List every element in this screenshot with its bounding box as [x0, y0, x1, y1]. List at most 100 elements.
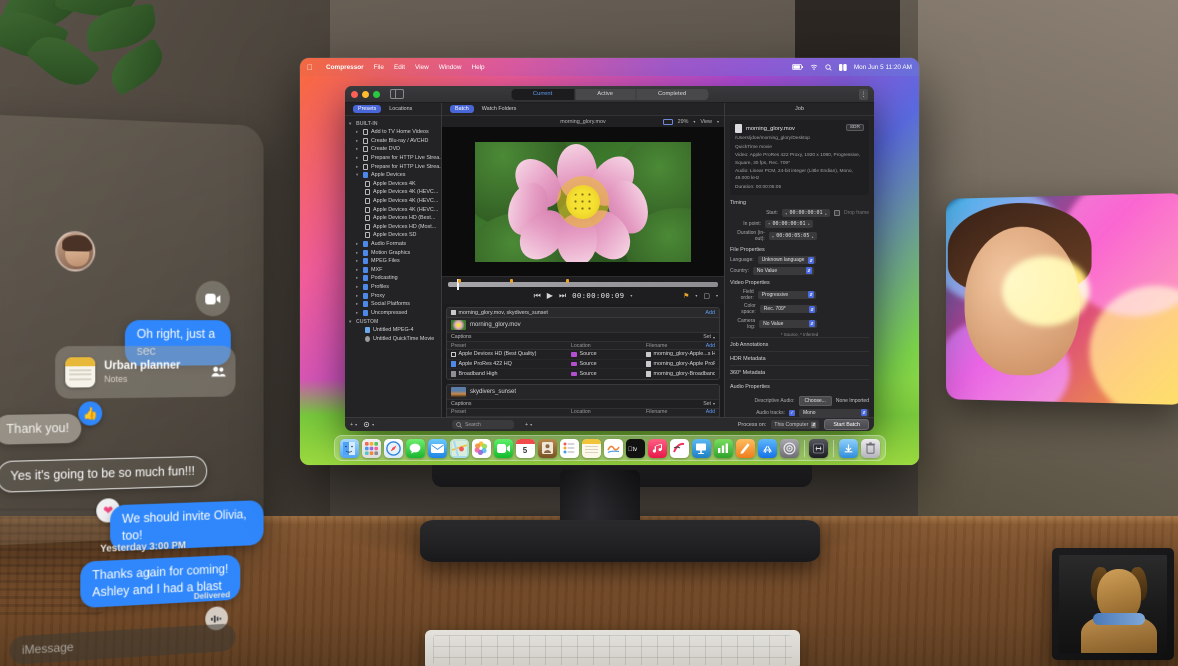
- apple-logo-icon[interactable]: : [307, 63, 313, 72]
- captions-row[interactable]: Captions Set ▾: [447, 332, 719, 341]
- group-custom[interactable]: ▾ CUSTOM: [345, 317, 441, 326]
- search-input[interactable]: Search: [452, 420, 514, 429]
- job-inspector[interactable]: Job SDR morning_glory.mov /Users/jdoe/mo…: [724, 103, 874, 417]
- presets-tree[interactable]: ▾ BUILT-IN ▸ Add to TV Home Videos ▸ Create…: [345, 116, 441, 417]
- section-360-metadata[interactable]: 360° Metadata: [730, 365, 869, 379]
- camera-log-popup[interactable]: No Value ⇵: [759, 320, 817, 328]
- preset-apple-devices-4k-hevc-3[interactable]: Apple Devices 4K (HEVC...: [345, 205, 441, 214]
- sidebar-tabs[interactable]: Presets Locations: [345, 103, 441, 116]
- add-output-link[interactable]: Add: [706, 343, 715, 349]
- zoom-button[interactable]: [373, 91, 380, 98]
- display-icon[interactable]: ▢: [703, 292, 710, 300]
- preset-untitled-quicktime-movie[interactable]: Untitled QuickTime Movie: [345, 335, 441, 344]
- marker-icon[interactable]: ⚑: [683, 292, 689, 300]
- tab-completed[interactable]: Completed: [636, 89, 708, 100]
- notes-icon[interactable]: [582, 439, 601, 458]
- toggle-sidebar-button[interactable]: [390, 89, 404, 99]
- audio-track-popup[interactable]: Mono ⇵: [799, 409, 869, 417]
- preview-pane[interactable]: morning_glory.mov 29% ▾ View ▾: [442, 116, 724, 276]
- facetime-video-button[interactable]: [196, 281, 230, 317]
- keyframe-marker[interactable]: [458, 279, 461, 283]
- preset-http-live-streaming-1[interactable]: ▸ Prepare for HTTP Live Strea...: [345, 154, 441, 163]
- preset-apple-devices-sd[interactable]: Apple Devices SD: [345, 231, 441, 240]
- close-button[interactable]: [351, 91, 358, 98]
- preset-settings-button[interactable]: ▾: [363, 421, 374, 428]
- add-output-button[interactable]: + ▾: [525, 422, 532, 428]
- menu-bar-clock[interactable]: Mon Jun 5 11:20 AM: [854, 64, 912, 71]
- camera-log-field[interactable]: Camera log: No Value ⇵: [730, 318, 869, 330]
- choose-audio-button[interactable]: Choose...: [799, 396, 832, 406]
- message-bubble-sent-3[interactable]: Thanks again for coming! Ashley and I ha…: [80, 555, 240, 608]
- skip-forward-icon[interactable]: ⏭: [559, 291, 566, 301]
- facetime-icon[interactable]: [494, 439, 513, 458]
- safari-icon[interactable]: [384, 439, 403, 458]
- compressor-window[interactable]: Current Active Completed ⋮ Presets Locat…: [345, 86, 874, 431]
- traffic-lights[interactable]: [351, 91, 380, 98]
- table-row[interactable]: Apple Devices HD (Best Quality) Source m…: [447, 350, 719, 360]
- dock[interactable]: 5 tv: [334, 435, 886, 461]
- add-job-link[interactable]: Add: [705, 310, 715, 316]
- table-row[interactable]: Apple ProRes 422 HQ Source morning_glory…: [447, 360, 719, 370]
- menu-item-window[interactable]: Window: [434, 64, 467, 71]
- contacts-icon[interactable]: [538, 439, 557, 458]
- transport-controls[interactable]: ⏮ ▶ ⏭ 00:00:00:09 ▾ ⚑ ▾ ▢ ▾: [442, 276, 724, 304]
- add-output-link[interactable]: Add: [706, 409, 715, 415]
- preset-apple-devices-hd-best[interactable]: Apple Devices HD (Best...: [345, 214, 441, 223]
- keyframe-marker[interactable]: [566, 279, 569, 283]
- freeform-icon[interactable]: [604, 439, 623, 458]
- tab-watch-folders[interactable]: Watch Folders: [477, 105, 522, 113]
- drop-frame-checkbox[interactable]: [834, 210, 840, 216]
- play-icon[interactable]: ▶: [547, 291, 553, 300]
- battery-icon[interactable]: [792, 64, 803, 70]
- keyframe-marker[interactable]: [510, 279, 513, 283]
- control-center-icon[interactable]: [839, 64, 847, 71]
- zoom-level[interactable]: 29%: [678, 119, 689, 125]
- preset-http-live-streaming-2[interactable]: ▸ Prepare for HTTP Live Strea...: [345, 162, 441, 171]
- job-group-1[interactable]: morning_glory.mov, skydivers_sunset Add …: [446, 307, 720, 380]
- tapback-thumbsup[interactable]: 👍: [78, 401, 102, 426]
- field-order-popup[interactable]: Progressive ⇵: [758, 291, 817, 299]
- menu-item-file[interactable]: File: [369, 64, 389, 71]
- minimize-button[interactable]: [362, 91, 369, 98]
- group-built-in[interactable]: ▾ BUILT-IN: [345, 119, 441, 128]
- menu-bar[interactable]:  Compressor File Edit View Window Help: [300, 58, 919, 76]
- search-icon[interactable]: [825, 64, 832, 71]
- timing-inpoint-field[interactable]: In point: ▾ 00:00:00:01 ▴: [730, 220, 869, 228]
- tab-presets[interactable]: Presets: [353, 105, 381, 113]
- shared-note-card[interactable]: Urban planner Notes: [55, 346, 235, 399]
- batch-area[interactable]: Batch Watch Folders morning_glory.mov 29…: [442, 103, 724, 417]
- news-icon[interactable]: [670, 439, 689, 458]
- add-preset-button[interactable]: + ▾: [350, 422, 357, 428]
- bottom-toolbar[interactable]: + ▾ ▾ Search + ▾ Process on: This Comput…: [345, 417, 874, 431]
- preset-add-to-tv-home-videos[interactable]: ▸ Add to TV Home Videos: [345, 128, 441, 137]
- folder-social-platforms[interactable]: ▸ Social Platforms: [345, 300, 441, 309]
- view-menu[interactable]: View: [700, 119, 712, 125]
- job-group-header[interactable]: morning_glory.mov, skydivers_sunset Add: [447, 308, 719, 318]
- preset-apple-devices-4k-hevc-1[interactable]: Apple Devices 4K (HEVC...: [345, 188, 441, 197]
- launchpad-icon[interactable]: [362, 439, 381, 458]
- folder-profiles[interactable]: ▸ Profiles: [345, 283, 441, 292]
- video-canvas[interactable]: [442, 127, 724, 276]
- batch-list[interactable]: morning_glory.mov, skydivers_sunset Add …: [442, 304, 724, 417]
- avatar[interactable]: [55, 231, 95, 272]
- job-group-2[interactable]: skydivers_sunset Captions Set ▾ Preset L…: [446, 384, 720, 418]
- wifi-icon[interactable]: [810, 64, 818, 70]
- photos-icon[interactable]: [472, 439, 491, 458]
- color-space-field[interactable]: Color space: Rec. 709* ⇵: [730, 303, 869, 315]
- folder-apple-devices[interactable]: ▾ Apple Devices: [345, 171, 441, 180]
- system-settings-icon[interactable]: [780, 439, 799, 458]
- preset-create-dvd[interactable]: ▸ Create DVD: [345, 145, 441, 154]
- photo-panel[interactable]: [946, 193, 1178, 405]
- table-row[interactable]: Broadband High Source morning_glory-Broa…: [447, 369, 719, 379]
- calendar-icon[interactable]: 5: [516, 439, 535, 458]
- folder-proxy[interactable]: ▸ Proxy: [345, 291, 441, 300]
- preset-untitled-mpeg-4[interactable]: Untitled MPEG-4: [345, 326, 441, 335]
- window-titlebar[interactable]: Current Active Completed ⋮: [345, 86, 874, 103]
- batch-state-tabs[interactable]: Current Active Completed: [511, 89, 708, 100]
- batch-tabs[interactable]: Batch Watch Folders: [442, 103, 724, 116]
- keynote-icon[interactable]: [692, 439, 711, 458]
- presets-sidebar[interactable]: Presets Locations ▾ BUILT-IN ▸ Add to TV H…: [345, 103, 442, 417]
- preset-create-blu-ray[interactable]: ▸ Create Blu-ray / AVCHD: [345, 137, 441, 146]
- folder-mxf[interactable]: ▸ MXF: [345, 266, 441, 275]
- menu-item-edit[interactable]: Edit: [389, 64, 410, 71]
